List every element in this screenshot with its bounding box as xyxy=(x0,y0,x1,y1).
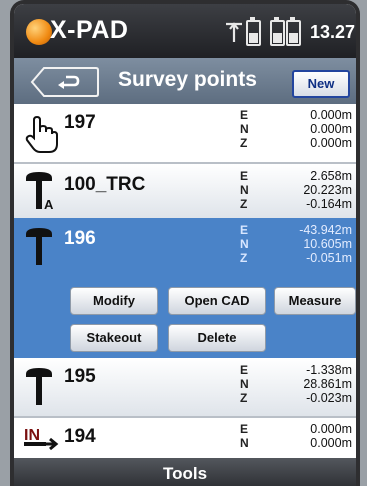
point-name: 195 xyxy=(64,366,96,387)
gps-pole-icon xyxy=(26,228,52,265)
gps-signal-icon xyxy=(226,22,242,42)
modify-button[interactable]: Modify xyxy=(70,287,158,315)
back-arrow-icon xyxy=(58,75,80,89)
svg-text:IN: IN xyxy=(24,427,40,444)
battery-icon xyxy=(270,17,285,46)
list-item[interactable]: 195 ENZ -1.338m 28.861m -0.023m xyxy=(14,358,356,416)
axis-labels: ENZ xyxy=(240,223,249,265)
page-title: Survey points xyxy=(118,68,257,91)
axis-labels: ENZ xyxy=(240,169,249,211)
axis-labels: ENZ xyxy=(240,363,249,405)
delete-button[interactable]: Delete xyxy=(168,324,266,352)
point-coordinates: 0.000m 0.000m xyxy=(310,422,352,450)
device-frame: X-PAD 13.27 Survey points New 197 E N Z … xyxy=(10,0,360,486)
screen: X-PAD 13.27 Survey points New 197 E N Z … xyxy=(14,4,356,486)
list-item-selected[interactable]: 196 ENZ -43.942m 10.605m -0.051m xyxy=(14,218,356,276)
status-bar: X-PAD 13.27 xyxy=(14,4,356,58)
gps-pole-icon xyxy=(26,368,52,405)
svg-text:A: A xyxy=(44,197,54,210)
back-button[interactable] xyxy=(30,66,100,98)
stakeout-button[interactable]: Stakeout xyxy=(70,324,158,352)
battery-icon xyxy=(286,17,301,46)
point-actions-panel: Modify Open CAD Measure Stakeout Delete xyxy=(14,276,356,358)
battery-icon xyxy=(246,17,261,46)
list-item[interactable]: 197 ENZ 0.000m 0.000m 0.000m xyxy=(14,104,356,162)
point-name: 100_TRC xyxy=(64,174,146,195)
point-coordinates: 0.000m 0.000m 0.000m xyxy=(310,108,352,150)
point-name: 196 xyxy=(64,228,96,249)
axis-labels: EN xyxy=(240,422,249,450)
new-point-button[interactable]: New xyxy=(292,70,350,98)
import-icon: IN xyxy=(24,427,59,451)
open-cad-button[interactable]: Open CAD xyxy=(168,287,266,315)
point-coordinates: -1.338m 28.861m -0.023m xyxy=(303,363,352,405)
hand-pointer-icon xyxy=(25,115,58,153)
clock: 13.27 xyxy=(310,22,356,42)
gps-pole-antenna-icon: A xyxy=(26,172,54,210)
title-bar: Survey points New xyxy=(14,58,356,104)
axis-labels: ENZ xyxy=(240,108,249,150)
point-coordinates: 2.658m 20.223m -0.164m xyxy=(303,169,352,211)
app-name: X-PAD xyxy=(50,16,129,44)
point-name: 194 xyxy=(64,426,96,447)
xpad-logo-icon xyxy=(26,19,52,45)
point-coordinates: -43.942m 10.605m -0.051m xyxy=(299,223,352,265)
measure-button[interactable]: Measure xyxy=(274,287,356,315)
list-item[interactable]: IN 194 EN 0.000m 0.000m xyxy=(14,418,356,458)
point-name: 197 xyxy=(64,112,96,133)
tools-button[interactable]: Tools xyxy=(14,458,356,486)
list-item[interactable]: A 100_TRC ENZ 2.658m 20.223m -0.164m xyxy=(14,164,356,218)
